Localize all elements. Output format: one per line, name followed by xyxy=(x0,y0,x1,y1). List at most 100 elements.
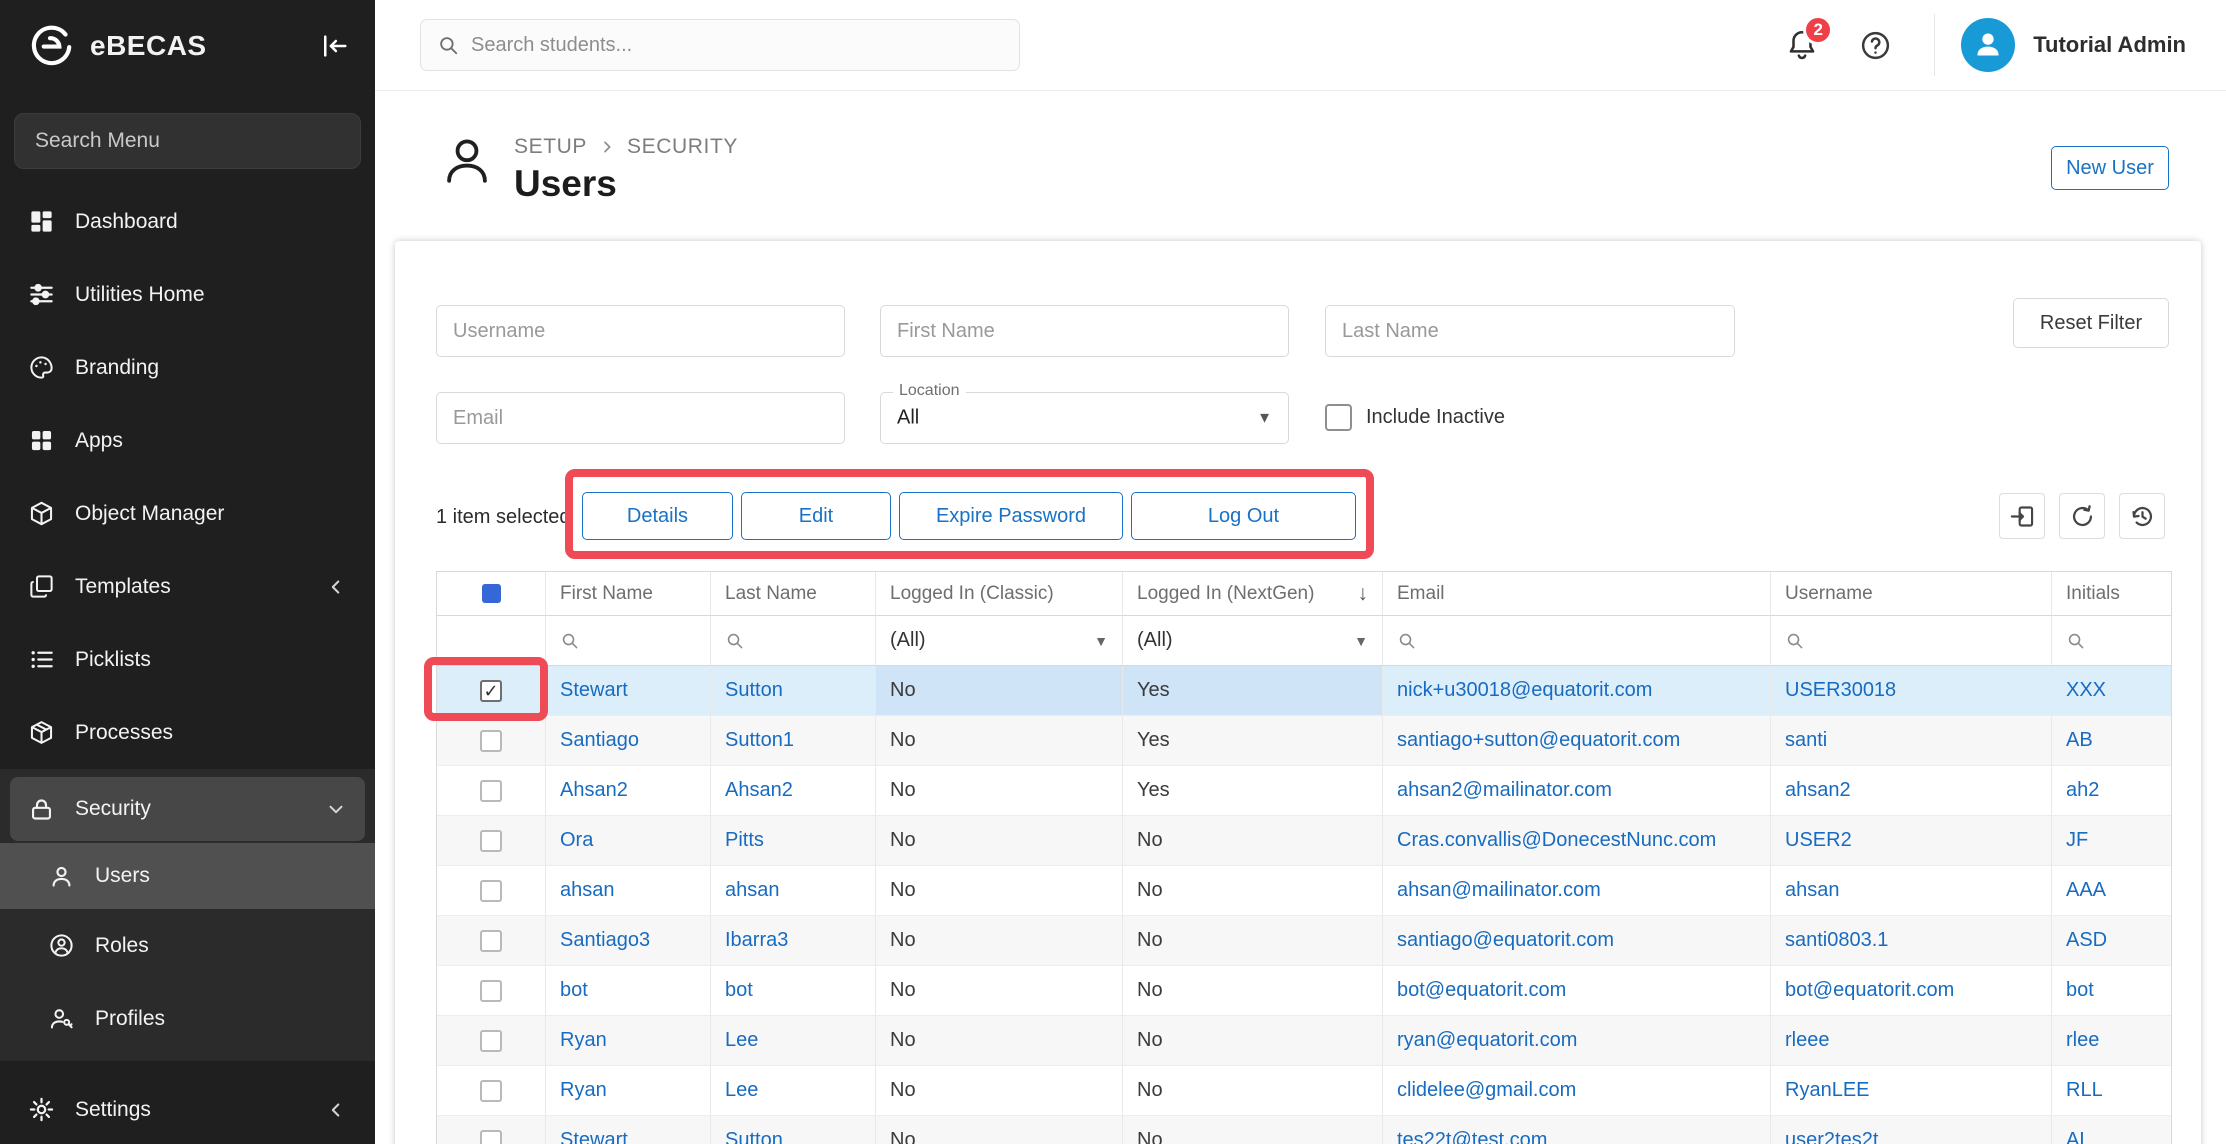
global-search[interactable] xyxy=(420,19,1020,71)
table-row[interactable]: ahsan ahsan No No ahsan@mailinator.com a… xyxy=(437,866,2171,916)
cell-username[interactable]: bot@equatorit.com xyxy=(1771,966,2052,1016)
cell-initials[interactable]: AB xyxy=(2052,716,2171,766)
cell-initials[interactable]: JF xyxy=(2052,816,2171,866)
notifications-button[interactable]: 2 xyxy=(1785,27,1819,63)
sidebar-item-picklists[interactable]: Picklists xyxy=(0,623,375,696)
table-row[interactable]: Ryan Lee No No ryan@equatorit.com rleee … xyxy=(437,1016,2171,1066)
cell-last-name[interactable]: Sutton1 xyxy=(711,716,876,766)
select-all-cell[interactable] xyxy=(437,572,546,616)
cell-first-name[interactable]: Stewart xyxy=(546,666,711,716)
column-chooser-icon[interactable] xyxy=(1999,493,2045,539)
cell-initials[interactable]: ASD xyxy=(2052,916,2171,966)
breadcrumb-security[interactable]: SECURITY xyxy=(627,135,738,159)
cell-first-name[interactable]: bot xyxy=(546,966,711,1016)
cell-email[interactable]: santiago@equatorit.com xyxy=(1383,916,1771,966)
log-out-button[interactable]: Log Out xyxy=(1131,492,1356,540)
cell-username[interactable]: rleee xyxy=(1771,1016,2052,1066)
sidebar-item-utilities-home[interactable]: Utilities Home xyxy=(0,258,375,331)
help-icon[interactable] xyxy=(1859,29,1892,62)
details-button[interactable]: Details xyxy=(582,492,733,540)
cell-username[interactable]: user2tes2t xyxy=(1771,1116,2052,1144)
cell-email[interactable]: Cras.convallis@DonecestNunc.com xyxy=(1383,816,1771,866)
cell-email[interactable]: ahsan@mailinator.com xyxy=(1383,866,1771,916)
cell-email[interactable]: tes22t@test.com xyxy=(1383,1116,1771,1144)
row-checkbox[interactable] xyxy=(480,980,502,1002)
row-checkbox[interactable] xyxy=(480,1080,502,1102)
cell-last-name[interactable]: Lee xyxy=(711,1066,876,1116)
cell-username[interactable]: USER2 xyxy=(1771,816,2052,866)
select-all-checkbox[interactable] xyxy=(482,584,501,603)
col-header-email[interactable]: Email xyxy=(1383,572,1771,616)
cell-email[interactable]: santiago+sutton@equatorit.com xyxy=(1383,716,1771,766)
cell-first-name[interactable]: Ahsan2 xyxy=(546,766,711,816)
new-user-button[interactable]: New User xyxy=(2051,146,2169,190)
cell-username[interactable]: USER30018 xyxy=(1771,666,2052,716)
cell-username[interactable]: ahsan xyxy=(1771,866,2052,916)
cell-email[interactable]: bot@equatorit.com xyxy=(1383,966,1771,1016)
table-row[interactable]: Ahsan2 Ahsan2 No Yes ahsan2@mailinator.c… xyxy=(437,766,2171,816)
table-row[interactable]: Stewart Sutton No Yes nick+u30018@equato… xyxy=(437,666,2171,716)
filter-logged-in-nextgen[interactable]: (All) ▼ xyxy=(1123,616,1383,666)
first-name-filter-input[interactable] xyxy=(880,305,1289,357)
student-search-input[interactable] xyxy=(471,34,1003,57)
breadcrumb-setup[interactable]: SETUP xyxy=(514,135,587,159)
cell-last-name[interactable]: Sutton xyxy=(711,1116,876,1144)
edit-button[interactable]: Edit xyxy=(741,492,891,540)
col-header-first-name[interactable]: First Name xyxy=(546,572,711,616)
sidebar-item-users[interactable]: Users xyxy=(0,843,375,909)
filter-email[interactable] xyxy=(1383,616,1771,666)
sidebar-item-profiles[interactable]: Profiles xyxy=(0,982,375,1055)
cell-email[interactable]: nick+u30018@equatorit.com xyxy=(1383,666,1771,716)
cell-first-name[interactable]: Ryan xyxy=(546,1066,711,1116)
filter-first-name[interactable] xyxy=(546,616,711,666)
table-row[interactable]: Santiago Sutton1 No Yes santiago+sutton@… xyxy=(437,716,2171,766)
filter-logged-in-classic[interactable]: (All) ▼ xyxy=(876,616,1123,666)
cell-username[interactable]: santi xyxy=(1771,716,2052,766)
cell-last-name[interactable]: Lee xyxy=(711,1016,876,1066)
row-checkbox[interactable] xyxy=(480,830,502,852)
cell-initials[interactable]: AAA xyxy=(2052,866,2171,916)
table-row[interactable]: bot bot No No bot@equatorit.com bot@equa… xyxy=(437,966,2171,1016)
email-filter-input[interactable] xyxy=(436,392,845,444)
cell-first-name[interactable]: Ryan xyxy=(546,1016,711,1066)
cell-email[interactable]: clidelee@gmail.com xyxy=(1383,1066,1771,1116)
col-header-logged-in-nextgen[interactable]: Logged In (NextGen) ↓ xyxy=(1123,572,1383,616)
table-row[interactable]: Ora Pitts No No Cras.convallis@DonecestN… xyxy=(437,816,2171,866)
cell-initials[interactable]: RLL xyxy=(2052,1066,2171,1116)
row-checkbox[interactable] xyxy=(480,680,502,702)
sidebar-item-branding[interactable]: Branding xyxy=(0,331,375,404)
cell-first-name[interactable]: ahsan xyxy=(546,866,711,916)
row-checkbox[interactable] xyxy=(480,930,502,952)
row-checkbox[interactable] xyxy=(480,780,502,802)
sidebar-item-object-manager[interactable]: Object Manager xyxy=(0,477,375,550)
sidebar-item-security[interactable]: Security xyxy=(10,777,365,841)
sidebar-item-apps[interactable]: Apps xyxy=(0,404,375,477)
cell-email[interactable]: ryan@equatorit.com xyxy=(1383,1016,1771,1066)
cell-username[interactable]: ahsan2 xyxy=(1771,766,2052,816)
include-inactive-checkbox[interactable]: Include Inactive xyxy=(1325,404,1505,431)
cell-email[interactable]: ahsan2@mailinator.com xyxy=(1383,766,1771,816)
cell-last-name[interactable]: Pitts xyxy=(711,816,876,866)
cell-last-name[interactable]: Ahsan2 xyxy=(711,766,876,816)
cell-last-name[interactable]: ahsan xyxy=(711,866,876,916)
cell-initials[interactable]: bot xyxy=(2052,966,2171,1016)
cell-first-name[interactable]: Stewart xyxy=(546,1116,711,1144)
username-filter-input[interactable] xyxy=(436,305,845,357)
filter-initials[interactable] xyxy=(2052,616,2171,666)
sidebar-collapse-icon[interactable] xyxy=(319,31,349,61)
history-icon[interactable] xyxy=(2119,493,2165,539)
row-checkbox[interactable] xyxy=(480,730,502,752)
col-header-logged-in-classic[interactable]: Logged In (Classic) xyxy=(876,572,1123,616)
col-header-username[interactable]: Username xyxy=(1771,572,2052,616)
table-row[interactable]: Santiago3 Ibarra3 No No santiago@equator… xyxy=(437,916,2171,966)
sidebar-item-settings[interactable]: Settings xyxy=(0,1073,375,1144)
cell-initials[interactable]: XXX xyxy=(2052,666,2171,716)
cell-last-name[interactable]: bot xyxy=(711,966,876,1016)
cell-first-name[interactable]: Santiago xyxy=(546,716,711,766)
table-row[interactable]: Ryan Lee No No clidelee@gmail.com RyanLE… xyxy=(437,1066,2171,1116)
user-menu[interactable]: Tutorial Admin xyxy=(1961,18,2186,72)
cell-username[interactable]: RyanLEE xyxy=(1771,1066,2052,1116)
location-select[interactable]: Location All ▼ xyxy=(880,392,1289,444)
reset-filter-button[interactable]: Reset Filter xyxy=(2013,298,2169,348)
cell-first-name[interactable]: Ora xyxy=(546,816,711,866)
